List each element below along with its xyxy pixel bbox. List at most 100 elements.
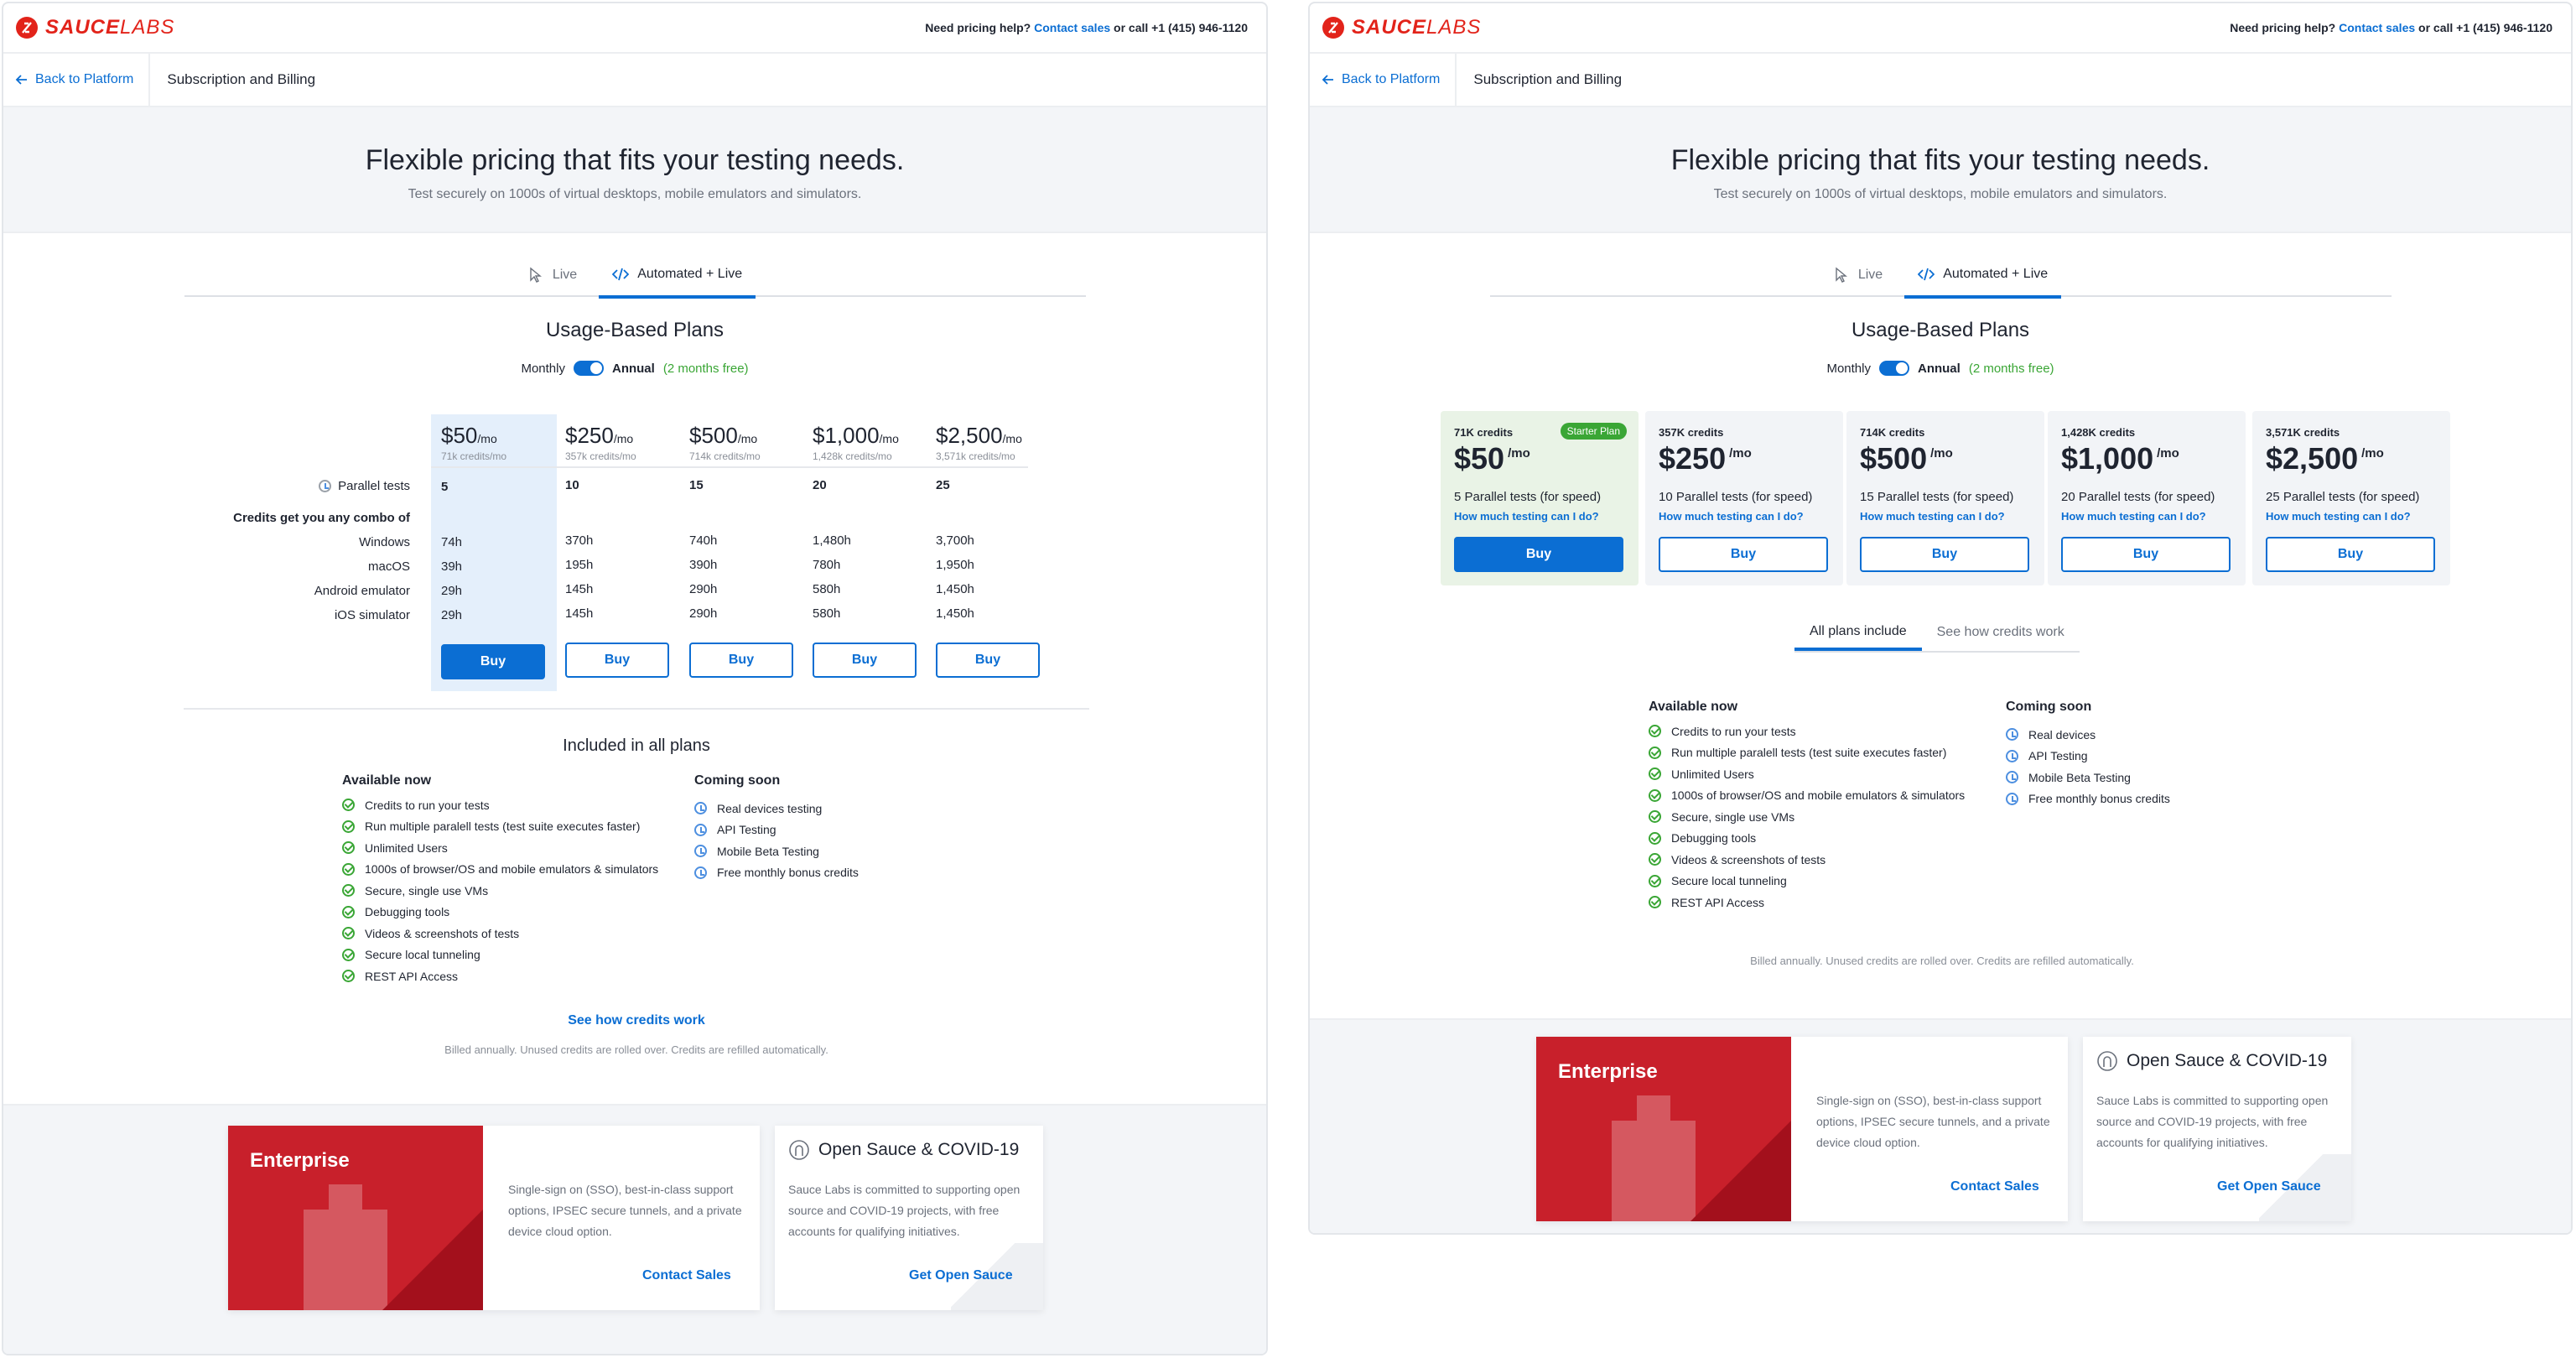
list-item: Secure local tunneling — [1649, 871, 1965, 892]
windows-hours: 1,480h — [813, 533, 851, 548]
buy-button-250[interactable]: Buy — [1659, 537, 1828, 572]
row-label-combo: Credits get you any combo of — [233, 511, 410, 525]
plan-parallel: 25 Parallel tests (for speed) — [2266, 490, 2420, 504]
coming-soon-title: Coming soon — [2006, 700, 2092, 714]
buy-button-2500[interactable]: Buy — [936, 643, 1040, 678]
info-icon[interactable] — [319, 480, 332, 492]
promo-label: (2 months free) — [1968, 361, 2054, 376]
check-icon — [1649, 767, 1661, 781]
list-item: REST API Access — [342, 965, 658, 987]
plan-price: $500/mo 714k credits/mo — [689, 423, 761, 462]
pricing-page-table-view: SAUCELABS Need pricing help? Contact sal… — [2, 2, 1268, 1355]
pricing-help: Need pricing help? Contact sales or call… — [2230, 21, 2553, 34]
row-label-parallel: Parallel tests — [171, 479, 410, 493]
saucelabs-logo[interactable]: SAUCELABS — [1322, 16, 1481, 39]
check-icon — [1649, 896, 1661, 909]
breadcrumb: Subscription and Billing — [1473, 71, 1623, 87]
buy-button-1000[interactable]: Buy — [813, 643, 917, 678]
tab-see-how-credits-work[interactable]: See how credits work — [1922, 616, 2080, 649]
cursor-icon — [1836, 267, 1847, 283]
back-to-platform-link[interactable]: Back to Platform — [3, 54, 151, 106]
list-item: Mobile Beta Testing — [694, 840, 859, 862]
list-item: Secure local tunneling — [342, 944, 658, 966]
saucelabs-logo-icon — [16, 17, 38, 39]
list-item: Run multiple paralell tests (test suite … — [1649, 742, 1965, 764]
how-much-testing-link[interactable]: How much testing can I do? — [1454, 510, 1599, 523]
android-hours: 29h — [441, 584, 463, 598]
info-subtabs: All plans include See how credits work — [1794, 616, 2080, 653]
table-header-divider — [431, 466, 1028, 468]
back-label: Back to Platform — [1342, 72, 1441, 86]
open-sauce-card: Open Sauce & COVID-19 Sauce Labs is comm… — [775, 1126, 1043, 1310]
contact-sales-link[interactable]: Contact sales — [2339, 21, 2415, 34]
check-icon — [342, 948, 355, 961]
code-icon — [612, 268, 630, 281]
annual-label: Annual — [611, 361, 655, 376]
list-item: REST API Access — [1649, 892, 1965, 913]
ios-hours: 290h — [689, 606, 718, 621]
open-sauce-title: Open Sauce & COVID-19 — [788, 1139, 1019, 1161]
plan-parallel: 10 Parallel tests (for speed) — [1659, 490, 1813, 504]
plan-parallel: 5 Parallel tests (for speed) — [1454, 490, 1602, 504]
tab-automated-live[interactable]: Automated + Live — [1904, 253, 2062, 299]
plan-price: $2,500/mo — [2266, 441, 2384, 476]
billing-toggle-switch[interactable] — [573, 361, 604, 376]
list-item: Real devices testing — [694, 798, 859, 819]
enterprise-text: Single-sign on (SSO), best-in-class supp… — [1816, 1094, 2050, 1149]
buy-button-250[interactable]: Buy — [565, 643, 669, 678]
sub-nav: Back to Platform Subscription and Billin… — [3, 54, 1266, 107]
tab-live[interactable]: Live — [514, 253, 590, 297]
plan-price: $2,500/mo 3,571k credits/mo — [936, 423, 1022, 462]
enterprise-banner: Enterprise — [228, 1126, 483, 1310]
back-to-platform-link[interactable]: Back to Platform — [1310, 54, 1457, 106]
tab-all-plans-include[interactable]: All plans include — [1794, 616, 1922, 651]
buy-button-50[interactable]: Buy — [1454, 537, 1623, 572]
enterprise-title: Enterprise — [250, 1149, 350, 1172]
row-label-macos: macOS — [367, 559, 410, 574]
get-open-sauce-button[interactable]: Get Open Sauce — [2217, 1179, 2321, 1194]
monthly-label: Monthly — [521, 361, 565, 376]
get-open-sauce-button[interactable]: Get Open Sauce — [909, 1268, 1013, 1283]
contact-sales-button[interactable]: Contact Sales — [1950, 1179, 2039, 1194]
buy-button-2500[interactable]: Buy — [2266, 537, 2435, 572]
top-bar: SAUCELABS Need pricing help? Contact sal… — [3, 3, 1266, 54]
how-much-testing-link[interactable]: How much testing can I do? — [2266, 510, 2411, 523]
breadcrumb: Subscription and Billing — [167, 71, 316, 87]
how-much-testing-link[interactable]: How much testing can I do? — [2061, 510, 2206, 523]
plan-tabs: Live Automated + Live — [184, 253, 1086, 299]
buy-button-500[interactable]: Buy — [1860, 537, 2029, 572]
check-icon — [342, 862, 355, 876]
how-much-testing-link[interactable]: How much testing can I do? — [1659, 510, 1804, 523]
contact-sales-link[interactable]: Contact sales — [1034, 21, 1110, 34]
logo-text: SAUCELABS — [1352, 16, 1482, 39]
tab-automated-live[interactable]: Automated + Live — [599, 253, 756, 299]
how-much-testing-link[interactable]: How much testing can I do? — [1860, 510, 2005, 523]
plan-credits: 357K credits — [1659, 426, 1724, 439]
macos-hours: 780h — [813, 558, 841, 572]
saucelabs-logo[interactable]: SAUCELABS — [15, 16, 174, 39]
list-item: Real devices — [2006, 724, 2170, 746]
open-sauce-icon — [789, 1140, 809, 1160]
billing-toggle-switch[interactable] — [1878, 361, 1909, 376]
plan-credits: 71K credits — [1454, 426, 1514, 439]
contact-sales-button[interactable]: Contact Sales — [642, 1268, 731, 1283]
parallel-value: 15 — [689, 478, 704, 492]
see-credits-link[interactable]: See how credits work — [3, 1013, 1266, 1028]
check-icon — [1649, 831, 1661, 845]
billing-note: Billed annually. Unused credits are roll… — [444, 1043, 828, 1056]
building-icon — [1612, 1095, 1696, 1221]
android-hours: 145h — [565, 582, 594, 596]
tab-live[interactable]: Live — [1820, 253, 1896, 297]
buy-button-50[interactable]: Buy — [441, 644, 545, 679]
plan-card-2500: 3,571K credits $2,500/mo 25 Parallel tes… — [2252, 411, 2450, 585]
check-icon — [1649, 725, 1661, 738]
hero: Flexible pricing that fits your testing … — [3, 107, 1266, 233]
windows-hours: 740h — [689, 533, 718, 548]
list-item: Run multiple paralell tests (test suite … — [342, 816, 658, 838]
clock-icon — [694, 866, 707, 879]
windows-hours: 370h — [565, 533, 594, 548]
row-label-ios: iOS simulator — [334, 608, 410, 622]
buy-button-1000[interactable]: Buy — [2061, 537, 2231, 572]
list-item: Secure, single use VMs — [342, 880, 658, 902]
buy-button-500[interactable]: Buy — [689, 643, 793, 678]
